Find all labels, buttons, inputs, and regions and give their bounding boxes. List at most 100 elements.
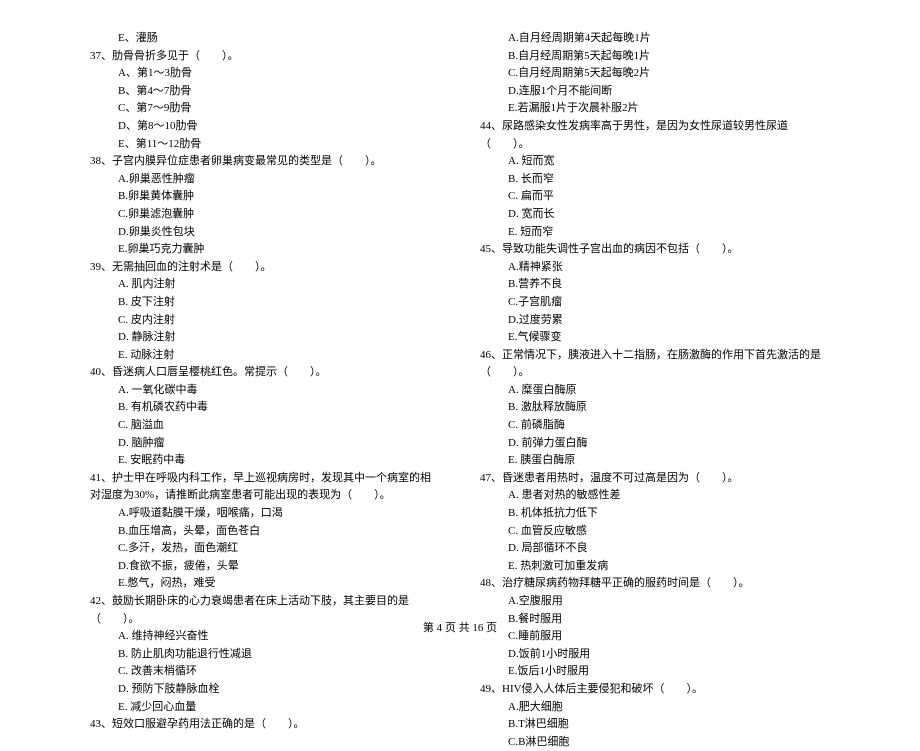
continuation-options: A.自月经周期第4天起每晚1片B.自月经周期第5天起每晚1片C.自月经周期第5天… xyxy=(508,30,830,118)
question-text: 子宫内膜异位症患者卵巢病变最常见的类型是（ ）。 xyxy=(112,155,382,167)
question-text: 昏迷患者用热时，温度不可过高是因为（ ）。 xyxy=(502,472,739,484)
question-stem: 47、昏迷患者用热时，温度不可过高是因为（ ）。 xyxy=(480,470,830,488)
question: 38、子宫内膜异位症患者卵巢病变最常见的类型是（ ）。A.卵巢恶性肿瘤B.卵巢黄… xyxy=(90,153,440,259)
question-text: 治疗糖尿病药物拜糖平正确的服药时间是（ ）。 xyxy=(502,577,750,589)
question-stem: 44、尿路感染女性发病率高于男性，是因为女性尿道较男性尿道（ ）。 xyxy=(480,118,830,153)
option: C.B淋巴细胞 xyxy=(508,734,830,751)
option-group: A. 一氧化碳中毒B. 有机磷农药中毒C. 脑溢血D. 脑肿瘤E. 安眠药中毒 xyxy=(118,382,440,470)
question: 47、昏迷患者用热时，温度不可过高是因为（ ）。A. 患者对热的敏感性差B. 机… xyxy=(480,470,830,576)
option: B.卵巢黄体囊肿 xyxy=(118,188,440,206)
option: E、第11～12肋骨 xyxy=(118,136,440,154)
option: A. 短而宽 xyxy=(508,153,830,171)
option: E.饭后1小时服用 xyxy=(508,663,830,681)
option: A.自月经周期第4天起每晚1片 xyxy=(508,30,830,48)
question-stem: 38、子宫内膜异位症患者卵巢病变最常见的类型是（ ）。 xyxy=(90,153,440,171)
option: A.呼吸道黏膜干燥，咽喉痛，口渴 xyxy=(118,505,440,523)
page-number: 第 4 页 共 16 页 xyxy=(423,622,497,634)
option: E.气候骤变 xyxy=(508,329,830,347)
question-stem: 40、昏迷病人口唇呈樱桃红色。常提示（ ）。 xyxy=(90,364,440,382)
option: B. 防止肌肉功能退行性减退 xyxy=(118,646,440,664)
option: D. 宽而长 xyxy=(508,206,830,224)
question: 37、肋骨骨折多见于（ ）。A、第1～3肋骨B、第4～7肋骨C、第7～9肋骨D、… xyxy=(90,48,440,154)
question-text: 昏迷病人口唇呈樱桃红色。常提示（ ）。 xyxy=(112,366,327,378)
question-text: 短效口服避孕药用法正确的是（ ）。 xyxy=(112,718,305,730)
option: C.卵巢滤泡囊肿 xyxy=(118,206,440,224)
option: C.多汗，发热，面色潮红 xyxy=(118,540,440,558)
option: C. 前磷脂酶 xyxy=(508,417,830,435)
option: A. 糜蛋白酶原 xyxy=(508,382,830,400)
option: E. 热刺激可加重发病 xyxy=(508,558,830,576)
two-column-layout: E、灌肠37、肋骨骨折多见于（ ）。A、第1～3肋骨B、第4～7肋骨C、第7～9… xyxy=(90,30,830,751)
question: 40、昏迷病人口唇呈樱桃红色。常提示（ ）。A. 一氧化碳中毒B. 有机磷农药中… xyxy=(90,364,440,470)
question: 39、无需抽回血的注射术是（ ）。 A. 肌内注射B. 皮下注射C. 皮内注射D.… xyxy=(90,259,440,365)
option-group: A.卵巢恶性肿瘤B.卵巢黄体囊肿C.卵巢滤泡囊肿D.卵巢炎性包块E.卵巢巧克力囊… xyxy=(118,171,440,259)
question-stem: 37、肋骨骨折多见于（ ）。 xyxy=(90,48,440,66)
option: B.自月经周期第5天起每晚1片 xyxy=(508,48,830,66)
option: D. 前弹力蛋白酶 xyxy=(508,435,830,453)
question: 41、护士甲在呼吸内科工作，早上巡视病房时，发现其中一个病室的相对湿度为30%，… xyxy=(90,470,440,593)
option: A. 肌内注射 xyxy=(118,276,440,294)
option-group: A.呼吸道黏膜干燥，咽喉痛，口渴B.血压增高，头晕，面色苍白C.多汗，发热，面色… xyxy=(118,505,440,593)
question-number: 49、 xyxy=(480,683,502,695)
question-text: 导致功能失调性子宫出血的病因不包括（ ）。 xyxy=(502,243,739,255)
option: B. 有机磷农药中毒 xyxy=(118,399,440,417)
question-stem: 48、治疗糖尿病药物拜糖平正确的服药时间是（ ）。 xyxy=(480,575,830,593)
question: 45、导致功能失调性子宫出血的病因不包括（ ）。 A.精神紧张B.营养不良C.子宫… xyxy=(480,241,830,347)
question-stem: 41、护士甲在呼吸内科工作，早上巡视病房时，发现其中一个病室的相对湿度为30%，… xyxy=(90,470,440,505)
option: D. 预防下肢静脉血栓 xyxy=(118,681,440,699)
option: C. 皮内注射 xyxy=(118,312,440,330)
option: B.T淋巴细胞 xyxy=(508,716,830,734)
page-footer: 第 4 页 共 16 页 xyxy=(0,620,920,638)
question-number: 42、 xyxy=(90,595,112,607)
option: B.营养不良 xyxy=(508,276,830,294)
question-number: 38、 xyxy=(90,155,112,167)
question-text: 无需抽回血的注射术是（ ）。 xyxy=(112,261,272,273)
question-number: 39、 xyxy=(90,261,112,273)
option-group: A、第1～3肋骨B、第4～7肋骨C、第7～9肋骨D、第8～10肋骨E、第11～1… xyxy=(118,65,440,153)
option: D.食欲不振，疲倦，头晕 xyxy=(118,558,440,576)
question-number: 46、 xyxy=(480,349,502,361)
option: A.空腹服用 xyxy=(508,593,830,611)
question-number: 44、 xyxy=(480,120,502,132)
question-text: HIV侵入人体后主要侵犯和破坏（ ）。 xyxy=(502,683,703,695)
option: C.自月经周期第5天起每晚2片 xyxy=(508,65,830,83)
option: E、灌肠 xyxy=(118,30,440,48)
option: B. 长而窄 xyxy=(508,171,830,189)
option: C. 脑溢血 xyxy=(118,417,440,435)
question-number: 41、 xyxy=(90,472,112,484)
option: A. 患者对热的敏感性差 xyxy=(508,487,830,505)
option: E. 安眠药中毒 xyxy=(118,452,440,470)
option-group: A. 维持神经兴奋性B. 防止肌肉功能退行性减退C. 改善末梢循环D. 预防下肢… xyxy=(118,628,440,716)
right-column: A.自月经周期第4天起每晚1片B.自月经周期第5天起每晚1片C.自月经周期第5天… xyxy=(480,30,830,751)
option: B. 机体抵抗力低下 xyxy=(508,505,830,523)
option: E.憋气，闷热，难受 xyxy=(118,575,440,593)
question-number: 43、 xyxy=(90,718,112,730)
option: D. 脑肿瘤 xyxy=(118,435,440,453)
question-number: 48、 xyxy=(480,577,502,589)
option-group: A.肥大细胞B.T淋巴细胞C.B淋巴细胞 xyxy=(508,699,830,751)
option-group: A. 糜蛋白酶原B. 激肽释放酶原C. 前磷脂酶D. 前弹力蛋白酶E. 胰蛋白酶… xyxy=(508,382,830,470)
question-text: 尿路感染女性发病率高于男性，是因为女性尿道较男性尿道（ ）。 xyxy=(480,120,788,150)
question-text: 护士甲在呼吸内科工作，早上巡视病房时，发现其中一个病室的相对湿度为30%，请推断… xyxy=(90,472,431,502)
option: B. 激肽释放酶原 xyxy=(508,399,830,417)
option: E.卵巢巧克力囊肿 xyxy=(118,241,440,259)
question-number: 40、 xyxy=(90,366,112,378)
option: B、第4～7肋骨 xyxy=(118,83,440,101)
option: E. 短而窄 xyxy=(508,224,830,242)
option: A.精神紧张 xyxy=(508,259,830,277)
option: C.子宫肌瘤 xyxy=(508,294,830,312)
option: D.饭前1小时服用 xyxy=(508,646,830,664)
option-group: A. 肌内注射B. 皮下注射C. 皮内注射D. 静脉注射E. 动脉注射 xyxy=(118,276,440,364)
option: E.若漏服1片于次晨补服2片 xyxy=(508,100,830,118)
option: B.血压增高，头晕，面色苍白 xyxy=(118,523,440,541)
option: E. 动脉注射 xyxy=(118,347,440,365)
question-number: 45、 xyxy=(480,243,502,255)
option: D.过度劳累 xyxy=(508,312,830,330)
question-number: 37、 xyxy=(90,50,112,62)
question-text: 正常情况下，胰液进入十二指肠，在肠激酶的作用下首先激活的是（ ）。 xyxy=(480,349,821,379)
option: A.卵巢恶性肿瘤 xyxy=(118,171,440,189)
question-text: 肋骨骨折多见于（ ）。 xyxy=(112,50,239,62)
left-column: E、灌肠37、肋骨骨折多见于（ ）。A、第1～3肋骨B、第4～7肋骨C、第7～9… xyxy=(90,30,440,751)
option: C. 改善末梢循环 xyxy=(118,663,440,681)
option: D、第8～10肋骨 xyxy=(118,118,440,136)
